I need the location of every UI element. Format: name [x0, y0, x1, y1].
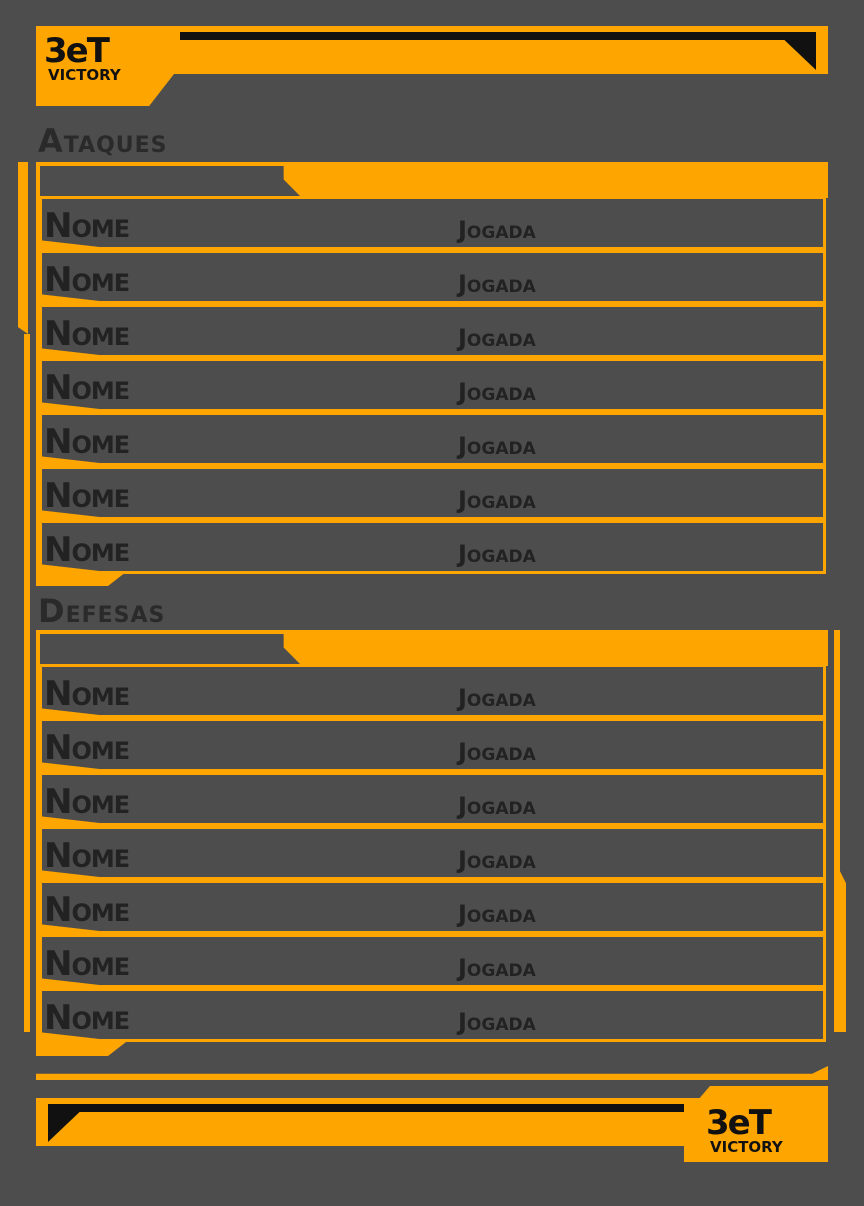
row-frame [38, 718, 826, 772]
row-play: Jogada [458, 486, 536, 514]
list-item: Nome Jogada [38, 250, 826, 304]
row-name: Nome [44, 260, 130, 300]
row-frame [38, 826, 826, 880]
logo-word: VICTORY [710, 1138, 783, 1156]
row-frame [38, 934, 826, 988]
logo-mark: 3eT [44, 31, 110, 71]
list-item: Nome Jogada [38, 196, 826, 250]
defenses-header-notch [40, 634, 302, 666]
list-item: Nome Jogada [38, 304, 826, 358]
row-name: Nome [44, 530, 130, 570]
row-name: Nome [44, 836, 130, 876]
row-play: Jogada [458, 792, 536, 820]
row-play: Jogada [458, 216, 536, 244]
row-name: Nome [44, 890, 130, 930]
row-name: Nome [44, 422, 130, 462]
header-black-bar [180, 32, 816, 40]
row-play: Jogada [458, 846, 536, 874]
list-item: Nome Jogada [38, 880, 826, 934]
row-play: Jogada [458, 378, 536, 406]
row-name: Nome [44, 476, 130, 516]
attacks-bottom-tab [36, 572, 126, 586]
row-play: Jogada [458, 540, 536, 568]
row-name: Nome [44, 944, 130, 984]
row-frame [38, 466, 826, 520]
footer-logo: 3eT VICTORY [706, 1103, 826, 1156]
row-frame [38, 250, 826, 304]
row-frame [38, 880, 826, 934]
row-frame [38, 664, 826, 718]
defenses-right-rail [834, 630, 846, 1032]
row-play: Jogada [458, 324, 536, 352]
row-name: Nome [44, 782, 130, 822]
page-left-rail [24, 334, 30, 1032]
logo-mark: 3eT [706, 1103, 772, 1143]
list-item: Nome Jogada [38, 520, 826, 574]
logo-word: VICTORY [48, 66, 121, 84]
row-name: Nome [44, 206, 130, 246]
row-name: Nome [44, 368, 130, 408]
footer-black-bar [48, 1104, 684, 1112]
row-play: Jogada [458, 432, 536, 460]
row-name: Nome [44, 674, 130, 714]
list-item: Nome Jogada [38, 358, 826, 412]
row-frame [38, 988, 826, 1042]
row-name: Nome [44, 998, 130, 1038]
list-item: Nome Jogada [38, 412, 826, 466]
row-name: Nome [44, 314, 130, 354]
defenses-bottom-tab [36, 1042, 126, 1056]
row-play: Jogada [458, 270, 536, 298]
list-item: Nome Jogada [38, 988, 826, 1042]
attacks-left-rail [18, 162, 28, 334]
list-item: Nome Jogada [38, 466, 826, 520]
row-play: Jogada [458, 954, 536, 982]
row-play: Jogada [458, 1008, 536, 1036]
section-title-defenses: Defesas [38, 592, 166, 630]
row-frame [38, 412, 826, 466]
row-frame [38, 772, 826, 826]
attacks-header-notch [40, 166, 302, 198]
row-name: Nome [44, 728, 130, 768]
list-item: Nome Jogada [38, 718, 826, 772]
section-title-attacks: Ataques [38, 122, 168, 160]
row-play: Jogada [458, 684, 536, 712]
row-frame [38, 520, 826, 574]
row-frame [38, 358, 826, 412]
row-play: Jogada [458, 900, 536, 928]
list-item: Nome Jogada [38, 772, 826, 826]
row-frame [38, 304, 826, 358]
row-play: Jogada [458, 738, 536, 766]
header-logo: 3eT VICTORY [44, 31, 164, 84]
list-item: Nome Jogada [38, 664, 826, 718]
list-item: Nome Jogada [38, 826, 826, 880]
footer-divider [36, 1066, 828, 1080]
row-frame [38, 196, 826, 250]
list-item: Nome Jogada [38, 934, 826, 988]
